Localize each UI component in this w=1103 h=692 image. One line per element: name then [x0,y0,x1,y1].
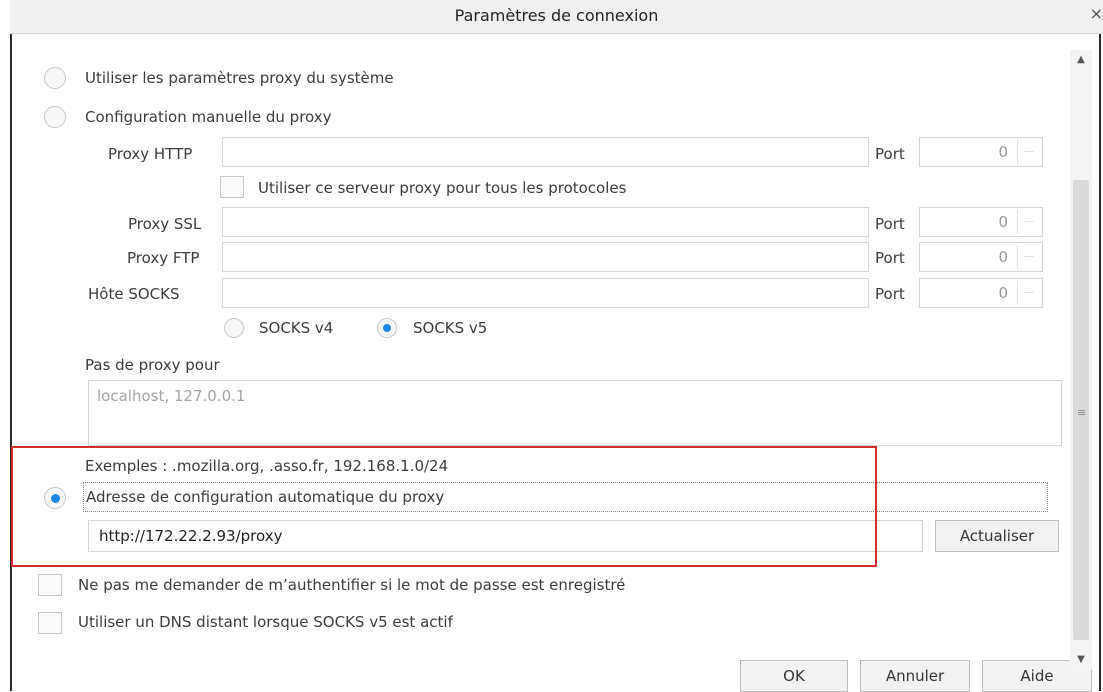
label-proxy-ssl: Proxy SSL [128,215,202,233]
scrollbar-thumb[interactable]: ≡ [1073,180,1089,640]
grip-icon: ≡ [1077,406,1087,419]
port-http-value: 0 [998,143,1008,161]
label-socks-v4: SOCKS v4 [259,319,334,337]
window-frame-left [10,0,12,691]
port-http-input[interactable]: 0 [919,137,1043,167]
label-proxy-ftp: Proxy FTP [127,249,200,267]
proxy-ftp-input[interactable] [222,242,869,272]
checkbox-use-all-protocols[interactable] [220,176,244,198]
proxy-http-input[interactable] [222,137,869,167]
no-proxy-textarea[interactable]: localhost, 127.0.0.1 [88,380,1062,446]
label-socks-v5: SOCKS v5 [413,319,488,337]
label-socks-host: Hôte SOCKS [88,285,180,303]
ok-button[interactable]: OK [740,660,848,692]
close-icon[interactable]: × [1090,4,1103,23]
label-system-proxy: Utiliser les paramètres proxy du système [85,69,394,87]
label-proxy-http: Proxy HTTP [108,145,193,163]
port-ftp-input[interactable]: 0 [919,242,1043,272]
label-no-proxy: Pas de proxy pour [85,356,220,374]
window-title: Paramètres de connexion [454,6,659,25]
scroll-down-icon[interactable]: ▼ [1070,650,1092,670]
port-ssl-spinner[interactable] [1017,210,1040,234]
checkbox-remote-dns[interactable] [38,612,62,634]
window-frame-right [1099,0,1101,691]
port-ssl-value: 0 [998,213,1008,231]
reload-button[interactable]: Actualiser [935,520,1059,552]
proxy-ssl-input[interactable] [222,207,869,237]
label-remote-dns: Utiliser un DNS distant lorsque SOCKS v5… [78,613,453,631]
socks-host-input[interactable] [222,278,869,308]
label-port-ftp: Port [875,249,905,267]
port-socks-value: 0 [998,284,1008,302]
label-port-http: Port [875,145,905,163]
auto-config-url-input[interactable]: http://172.22.2.93/proxy [88,520,923,552]
port-http-spinner[interactable] [1017,140,1040,164]
radio-socks-v5[interactable] [377,318,397,338]
scroll-up-icon[interactable]: ▲ [1070,50,1092,70]
label-port-ssl: Port [875,215,905,233]
port-socks-spinner[interactable] [1017,281,1040,305]
radio-auto-config[interactable] [44,487,66,509]
label-port-socks: Port [875,285,905,303]
port-socks-input[interactable]: 0 [919,278,1043,308]
checkbox-no-auth-prompt[interactable] [38,574,62,596]
port-ftp-spinner[interactable] [1017,245,1040,269]
radio-manual-proxy[interactable] [44,106,66,128]
port-ssl-input[interactable]: 0 [919,207,1043,237]
radio-socks-v4[interactable] [224,318,244,338]
label-auto-config: Adresse de configuration automatique du … [86,488,445,506]
label-use-all-protocols: Utiliser ce serveur proxy pour tous les … [258,179,627,197]
port-ftp-value: 0 [998,248,1008,266]
title-bar: Paramètres de connexion × [10,0,1103,34]
label-no-auth-prompt: Ne pas me demander de m’authentifier si … [78,576,626,594]
cancel-button[interactable]: Annuler [860,660,970,692]
label-manual-proxy: Configuration manuelle du proxy [85,108,332,126]
vertical-scrollbar[interactable]: ▲ ≡ ▼ [1070,50,1092,670]
label-no-proxy-examples: Exemples : .mozilla.org, .asso.fr, 192.1… [85,457,449,475]
radio-system-proxy[interactable] [44,67,66,89]
